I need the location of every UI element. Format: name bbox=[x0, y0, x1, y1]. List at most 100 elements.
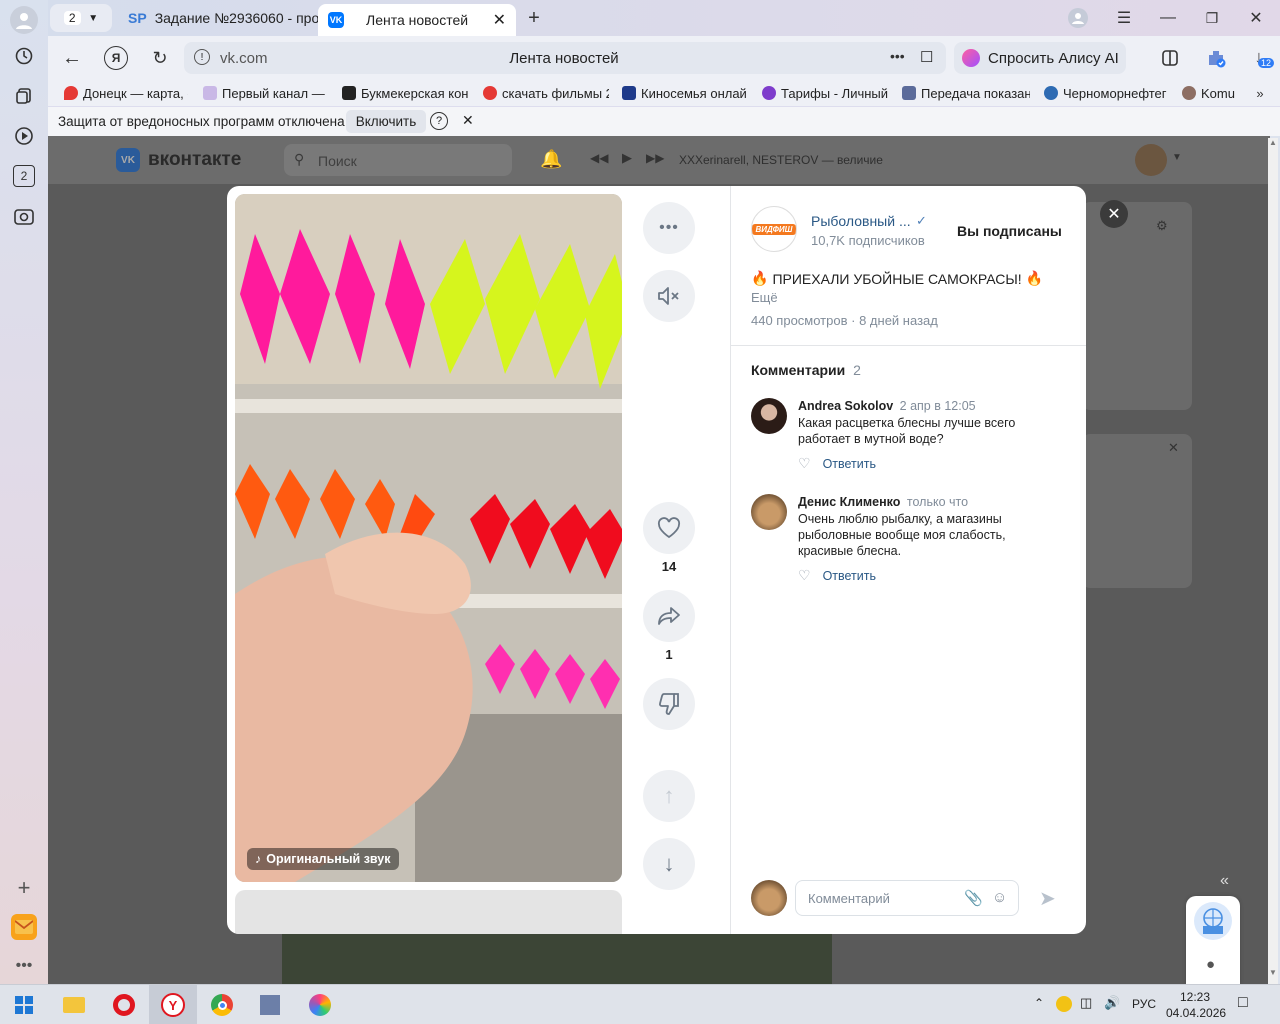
scroll-up-icon[interactable]: ▲ bbox=[1269, 138, 1277, 147]
network-icon[interactable]: ◫ bbox=[1080, 995, 1092, 1011]
comment-author[interactable]: Денис Клименко bbox=[798, 495, 900, 509]
comment-input[interactable]: Комментарий 📎 ☺ bbox=[795, 880, 1019, 916]
share-button[interactable] bbox=[643, 590, 695, 642]
bookmark-item[interactable]: Тарифы - Личный bbox=[762, 80, 888, 106]
close-tab-icon[interactable]: ✕ bbox=[493, 10, 506, 30]
prev-track-icon[interactable]: ◀◀ bbox=[590, 151, 608, 165]
bookmark-item[interactable]: Букмекерская кон bbox=[342, 80, 470, 106]
tab-news-feed[interactable]: VK Лента новостей ✕ bbox=[318, 4, 516, 36]
collections-icon[interactable] bbox=[12, 84, 36, 108]
show-more-link[interactable]: Ещё bbox=[751, 290, 778, 305]
bookmark-item[interactable]: Передача показан bbox=[902, 80, 1030, 106]
video-icon[interactable] bbox=[12, 124, 36, 148]
restore-icon[interactable]: ❐ bbox=[1200, 6, 1224, 30]
minimize-icon[interactable]: — bbox=[1156, 6, 1180, 30]
photo-app-button[interactable] bbox=[296, 985, 344, 1024]
menu-icon[interactable]: ☰ bbox=[1112, 6, 1136, 30]
close-infobar-icon[interactable]: ✕ bbox=[462, 112, 474, 129]
now-playing-text[interactable]: XXXerinarell, NESTEROV — величие bbox=[679, 153, 883, 167]
downloads-icon[interactable]: ↓ 12 bbox=[1246, 44, 1275, 70]
url-field[interactable]: ! vk.com Лента новостей ••• ☐ bbox=[184, 42, 946, 74]
original-sound-badge[interactable]: ♪ Оригинальный звук bbox=[247, 848, 399, 870]
play-icon[interactable]: ▶ bbox=[622, 150, 632, 166]
yandex-browser-button[interactable]: Y bbox=[149, 985, 197, 1024]
reply-button[interactable]: Ответить bbox=[823, 457, 876, 471]
back-icon[interactable]: ← bbox=[60, 46, 84, 70]
avatar[interactable] bbox=[751, 494, 787, 530]
profile-icon[interactable] bbox=[10, 6, 38, 34]
file-explorer-button[interactable] bbox=[50, 985, 98, 1024]
vk-search-input[interactable]: ⚲ Поиск bbox=[284, 144, 512, 176]
notifications-center-icon[interactable]: □ bbox=[1238, 994, 1248, 1012]
filter-icon[interactable]: ⚙ bbox=[1156, 218, 1168, 234]
yandex-icon[interactable]: Я bbox=[104, 46, 128, 70]
volume-icon[interactable]: 🔊 bbox=[1104, 995, 1120, 1011]
user-avatar[interactable] bbox=[1135, 144, 1167, 176]
comment-time[interactable]: только что bbox=[907, 495, 968, 509]
bookmark-item[interactable]: Киносемья онлай bbox=[622, 80, 748, 106]
assistant-widget[interactable]: ● bbox=[1186, 896, 1240, 984]
emoji-icon[interactable]: ☺ bbox=[992, 889, 1007, 906]
tab-counter-icon[interactable]: 2 bbox=[13, 165, 35, 187]
app-button[interactable] bbox=[246, 985, 294, 1024]
reload-icon[interactable]: ↻ bbox=[148, 46, 172, 70]
bookmark-item[interactable]: скачать фильмы 2 bbox=[483, 80, 609, 106]
page-scrollbar[interactable]: ▲ ▼ bbox=[1268, 138, 1278, 984]
notifications-icon[interactable]: 🔔 bbox=[540, 149, 562, 170]
author-avatar[interactable]: ВИДФИШ bbox=[751, 206, 797, 252]
bookmark-item[interactable]: Донецк — карта, с bbox=[64, 80, 188, 106]
heart-icon[interactable]: ♡ bbox=[798, 455, 811, 472]
send-icon[interactable]: ➤ bbox=[1039, 886, 1056, 911]
tray-expand-icon[interactable]: ⌃ bbox=[1034, 996, 1044, 1010]
extension-icon[interactable] bbox=[1204, 46, 1228, 70]
screenshot-icon[interactable] bbox=[12, 204, 36, 228]
new-tab-icon[interactable]: + bbox=[522, 6, 546, 30]
close-window-icon[interactable]: ✕ bbox=[1244, 6, 1268, 30]
bookmarks-more-icon[interactable]: » bbox=[1250, 83, 1270, 103]
mail-icon[interactable] bbox=[11, 914, 37, 940]
close-icon[interactable]: ✕ bbox=[1168, 440, 1179, 456]
comment-author[interactable]: Andrea Sokolov bbox=[798, 399, 893, 413]
start-button[interactable] bbox=[0, 985, 48, 1024]
more-options-button[interactable]: ••• bbox=[643, 202, 695, 254]
vk-logo-icon[interactable]: VK bbox=[116, 148, 140, 172]
collapse-icon[interactable]: « bbox=[1220, 872, 1229, 890]
scroll-down-icon[interactable]: ▼ bbox=[1269, 968, 1277, 977]
site-info-icon[interactable]: ! bbox=[194, 49, 210, 65]
alice-button[interactable]: Спросить Алису AI bbox=[954, 42, 1126, 74]
chevron-down-icon[interactable]: ▼ bbox=[1172, 152, 1182, 163]
next-clip-button[interactable]: ↓ bbox=[643, 838, 695, 890]
like-button[interactable] bbox=[643, 502, 695, 554]
history-icon[interactable] bbox=[12, 44, 36, 68]
previous-clip-button[interactable]: ↑ bbox=[643, 770, 695, 822]
reply-button[interactable]: Ответить bbox=[823, 569, 876, 583]
attach-icon[interactable]: 📎 bbox=[964, 889, 983, 907]
tab-group-button[interactable]: 2 ▼ bbox=[50, 4, 112, 32]
mute-button[interactable] bbox=[643, 270, 695, 322]
enable-protection-button[interactable]: Включить bbox=[346, 110, 426, 133]
clock[interactable]: 12:23 04.04.2026 bbox=[1166, 989, 1226, 1021]
clip-video[interactable]: ♪ Оригинальный звук bbox=[235, 194, 622, 882]
close-modal-button[interactable]: ✕ bbox=[1100, 200, 1128, 228]
comment-time[interactable]: 2 апр в 12:05 bbox=[900, 399, 976, 413]
chrome-button[interactable] bbox=[198, 985, 246, 1024]
bookmark-item[interactable]: Черноморнефтег bbox=[1044, 80, 1168, 106]
next-clip-preview[interactable] bbox=[235, 890, 622, 934]
subscribed-button[interactable]: Вы подписаны bbox=[957, 223, 1062, 239]
tray-app-icon[interactable] bbox=[1056, 996, 1072, 1012]
more-icon[interactable]: ••• bbox=[12, 956, 36, 976]
author-name[interactable]: Рыболовный ... bbox=[811, 213, 911, 229]
avatar[interactable] bbox=[751, 398, 787, 434]
next-track-icon[interactable]: ▶▶ bbox=[646, 151, 664, 165]
bookmark-item[interactable]: Komu bbox=[1182, 80, 1252, 106]
dislike-button[interactable] bbox=[643, 678, 695, 730]
opera-button[interactable] bbox=[100, 985, 148, 1024]
bookmark-item[interactable]: Первый канал — с bbox=[203, 80, 327, 106]
help-icon[interactable]: ? bbox=[430, 112, 448, 130]
account-icon[interactable] bbox=[1068, 8, 1088, 28]
heart-icon[interactable]: ♡ bbox=[798, 567, 811, 584]
add-panel-icon[interactable]: + bbox=[12, 875, 36, 900]
bookmark-icon[interactable]: ☐ bbox=[920, 48, 933, 66]
language-indicator[interactable]: РУС bbox=[1132, 997, 1156, 1011]
reader-icon[interactable] bbox=[1158, 46, 1182, 70]
